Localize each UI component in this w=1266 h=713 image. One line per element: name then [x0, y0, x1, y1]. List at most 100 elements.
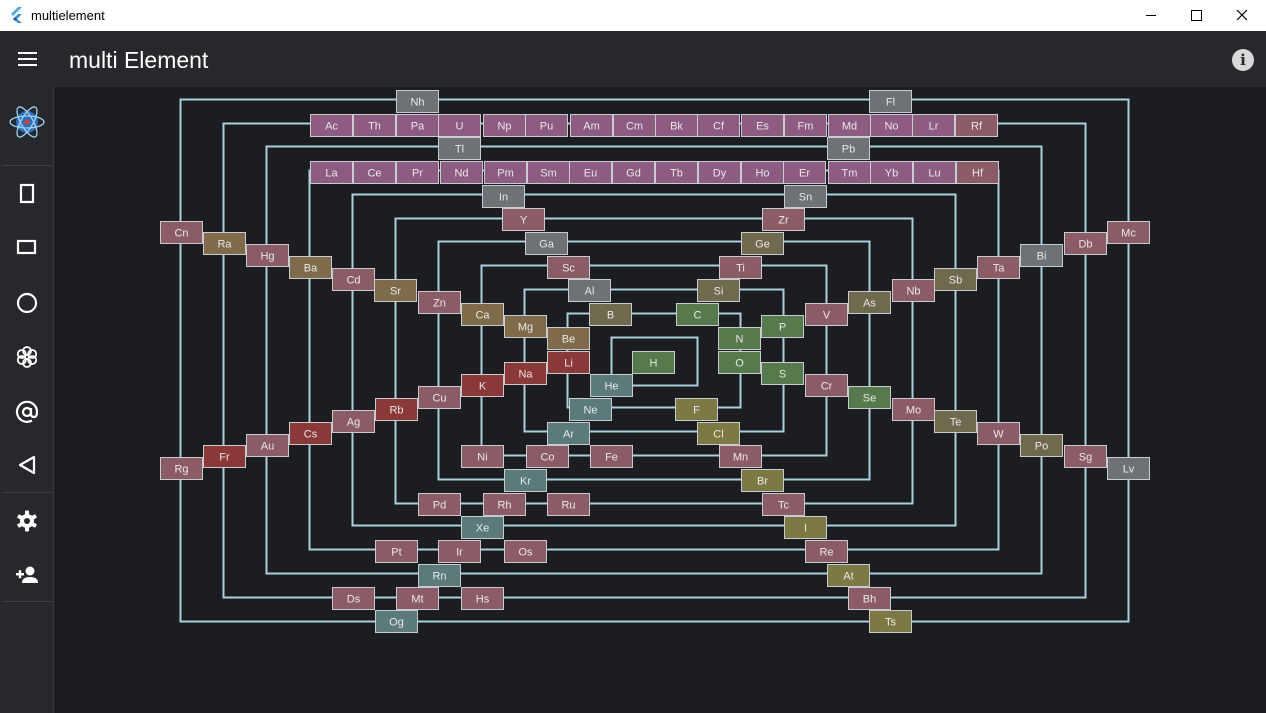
element-cell-al[interactable]: Al — [568, 279, 611, 302]
element-cell-re[interactable]: Re — [805, 540, 848, 563]
element-cell-pm[interactable]: Pm — [484, 161, 527, 184]
element-cell-ar[interactable]: Ar — [547, 422, 590, 445]
element-cell-hf[interactable]: Hf — [956, 161, 999, 184]
element-cell-h[interactable]: H — [632, 351, 675, 374]
info-button[interactable]: i — [1232, 49, 1254, 71]
rail-add-person[interactable] — [0, 547, 53, 601]
rail-triangle[interactable] — [0, 437, 53, 491]
element-cell-cd[interactable]: Cd — [332, 268, 375, 291]
element-cell-ac[interactable]: Ac — [310, 114, 353, 137]
element-cell-ga[interactable]: Ga — [525, 232, 568, 255]
element-cell-te[interactable]: Te — [934, 410, 977, 433]
element-cell-hg[interactable]: Hg — [246, 244, 289, 267]
element-cell-tl[interactable]: Tl — [438, 137, 481, 160]
element-cell-cu[interactable]: Cu — [418, 386, 461, 409]
rail-flower[interactable] — [0, 329, 53, 383]
element-cell-pb[interactable]: Pb — [827, 137, 870, 160]
element-cell-ce[interactable]: Ce — [353, 161, 396, 184]
element-cell-es[interactable]: Es — [741, 114, 784, 137]
element-cell-as[interactable]: As — [848, 291, 891, 314]
element-cell-mg[interactable]: Mg — [504, 315, 547, 338]
element-cell-fe[interactable]: Fe — [590, 445, 633, 468]
element-cell-sm[interactable]: Sm — [527, 161, 570, 184]
element-cell-ra[interactable]: Ra — [203, 232, 246, 255]
element-cell-li[interactable]: Li — [547, 351, 590, 374]
element-cell-o[interactable]: O — [718, 351, 761, 374]
element-cell-zn[interactable]: Zn — [418, 291, 461, 314]
element-cell-er[interactable]: Er — [783, 161, 826, 184]
element-cell-db[interactable]: Db — [1064, 232, 1107, 255]
element-cell-hs[interactable]: Hs — [461, 587, 504, 610]
minimize-button[interactable] — [1128, 0, 1174, 31]
element-cell-rb[interactable]: Rb — [375, 398, 418, 421]
element-cell-c[interactable]: C — [676, 303, 719, 326]
element-cell-bk[interactable]: Bk — [655, 114, 698, 137]
element-cell-n[interactable]: N — [718, 327, 761, 350]
element-cell-mo[interactable]: Mo — [892, 398, 935, 421]
element-cell-be[interactable]: Be — [547, 327, 590, 350]
element-cell-os[interactable]: Os — [504, 540, 547, 563]
element-cell-lv[interactable]: Lv — [1107, 457, 1150, 480]
element-cell-la[interactable]: La — [310, 161, 353, 184]
element-cell-lu[interactable]: Lu — [913, 161, 956, 184]
rail-spiral[interactable] — [0, 384, 53, 438]
element-cell-gd[interactable]: Gd — [612, 161, 655, 184]
element-cell-fr[interactable]: Fr — [203, 445, 246, 468]
element-cell-w[interactable]: W — [977, 422, 1020, 445]
element-cell-na[interactable]: Na — [504, 362, 547, 385]
element-cell-pd[interactable]: Pd — [418, 493, 461, 516]
element-cell-cf[interactable]: Cf — [697, 114, 740, 137]
element-cell-mn[interactable]: Mn — [719, 445, 762, 468]
element-cell-pr[interactable]: Pr — [396, 161, 439, 184]
element-cell-ne[interactable]: Ne — [569, 398, 612, 421]
element-cell-rg[interactable]: Rg — [160, 457, 203, 480]
element-cell-rh[interactable]: Rh — [483, 493, 526, 516]
element-cell-sg[interactable]: Sg — [1064, 445, 1107, 468]
element-cell-ru[interactable]: Ru — [547, 493, 590, 516]
element-cell-se[interactable]: Se — [848, 386, 891, 409]
element-cell-v[interactable]: V — [805, 303, 848, 326]
element-cell-ir[interactable]: Ir — [438, 540, 481, 563]
element-cell-ds[interactable]: Ds — [332, 587, 375, 610]
element-cell-sc[interactable]: Sc — [547, 256, 590, 279]
element-cell-nd[interactable]: Nd — [440, 161, 483, 184]
element-cell-bh[interactable]: Bh — [848, 587, 891, 610]
element-cell-au[interactable]: Au — [246, 434, 289, 457]
element-cell-zr[interactable]: Zr — [762, 208, 805, 231]
menu-button[interactable] — [14, 47, 40, 71]
element-cell-pa[interactable]: Pa — [396, 114, 439, 137]
close-button[interactable] — [1220, 0, 1266, 31]
element-cell-nb[interactable]: Nb — [892, 279, 935, 302]
element-cell-cl[interactable]: Cl — [697, 422, 740, 445]
element-cell-ta[interactable]: Ta — [977, 256, 1020, 279]
element-cell-mc[interactable]: Mc — [1107, 221, 1150, 244]
rail-landscape[interactable] — [0, 220, 53, 274]
element-cell-sn[interactable]: Sn — [784, 185, 827, 208]
element-cell-mt[interactable]: Mt — [396, 587, 439, 610]
element-cell-cr[interactable]: Cr — [805, 374, 848, 397]
element-cell-s[interactable]: S — [761, 362, 804, 385]
element-cell-co[interactable]: Co — [526, 445, 569, 468]
element-cell-am[interactable]: Am — [570, 114, 613, 137]
element-cell-tb[interactable]: Tb — [655, 161, 698, 184]
element-cell-md[interactable]: Md — [828, 114, 871, 137]
element-cell-ge[interactable]: Ge — [741, 232, 784, 255]
element-cell-yb[interactable]: Yb — [870, 161, 913, 184]
element-cell-pt[interactable]: Pt — [375, 540, 418, 563]
element-cell-dy[interactable]: Dy — [698, 161, 741, 184]
element-cell-tc[interactable]: Tc — [762, 493, 805, 516]
element-cell-pu[interactable]: Pu — [525, 114, 568, 137]
element-cell-k[interactable]: K — [461, 374, 504, 397]
maximize-button[interactable] — [1174, 0, 1220, 31]
element-cell-in[interactable]: In — [482, 185, 525, 208]
rail-circle[interactable] — [0, 275, 53, 329]
element-cell-si[interactable]: Si — [697, 279, 740, 302]
element-cell-lr[interactable]: Lr — [912, 114, 955, 137]
element-cell-og[interactable]: Og — [375, 610, 418, 633]
element-cell-bi[interactable]: Bi — [1020, 244, 1063, 267]
element-cell-ca[interactable]: Ca — [461, 303, 504, 326]
element-cell-he[interactable]: He — [590, 374, 633, 397]
element-cell-tm[interactable]: Tm — [828, 161, 871, 184]
element-cell-ti[interactable]: Ti — [719, 256, 762, 279]
rail-atom-logo[interactable] — [0, 97, 53, 151]
